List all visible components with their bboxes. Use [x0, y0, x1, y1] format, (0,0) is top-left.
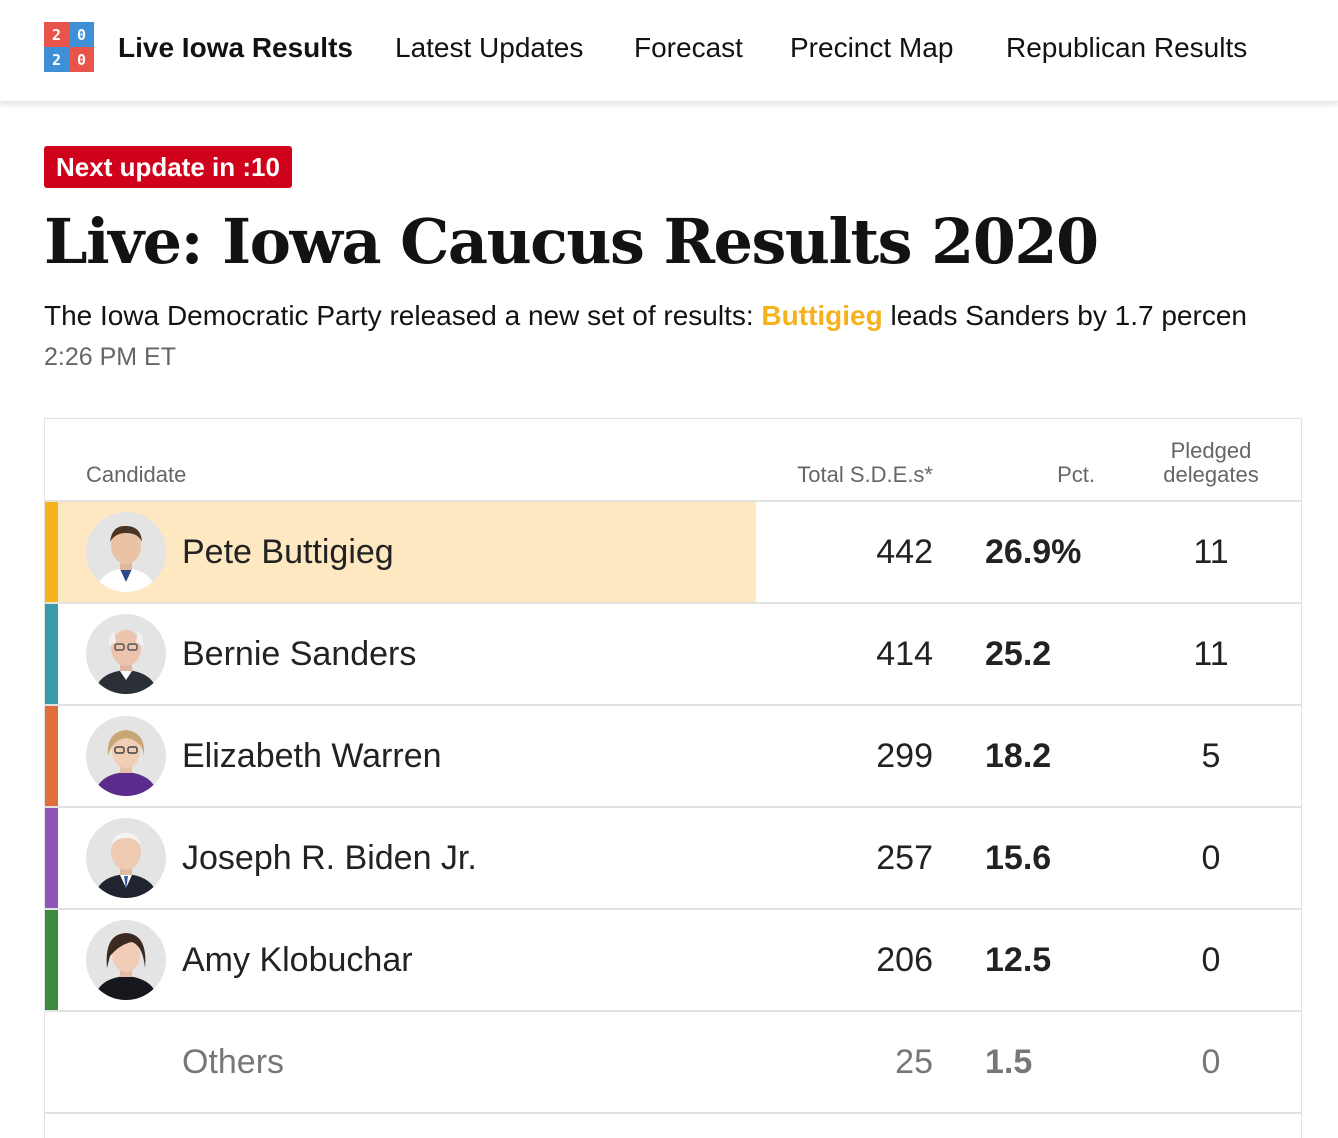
logo-digit: 2 — [44, 22, 69, 47]
candidate-name: Amy Klobuchar — [182, 941, 413, 979]
election-2020-logo[interactable]: 2 0 2 0 — [44, 22, 94, 72]
sde-value: 257 — [876, 839, 933, 877]
header-candidate: Candidate — [86, 462, 187, 487]
candidate-name: Joseph R. Biden Jr. — [182, 839, 477, 877]
summary-text-rest: leads Sanders by 1.7 percen — [882, 300, 1247, 331]
pct-value: 25.2 — [985, 634, 1125, 674]
table-row[interactable]: Amy Klobuchar 206 12.5 0 — [45, 910, 1301, 1012]
pct-number: 1.5 — [985, 1043, 1033, 1081]
pct-number: 18.2 — [985, 737, 1052, 775]
candidate-color-bar — [45, 706, 58, 806]
header-pct: Pct. — [1057, 462, 1095, 487]
logo-digit: 0 — [69, 47, 94, 72]
nav-republican-results[interactable]: Republican Results — [1006, 30, 1247, 66]
table-row[interactable]: Pete Buttigieg 442 26.9% 11 — [45, 502, 1301, 604]
candidate-avatar — [86, 818, 166, 898]
top-nav: 2 0 2 0 Live Iowa Results Latest Updates… — [0, 0, 1338, 102]
next-update-badge: Next update in :10 — [44, 146, 292, 188]
candidate-name: Pete Buttigieg — [182, 533, 394, 571]
logo-digit: 2 — [44, 47, 69, 72]
candidate-color-bar — [45, 910, 58, 1010]
delegates-value: 0 — [1201, 1043, 1221, 1081]
pct-value: 18.2 — [985, 736, 1125, 776]
sde-value: 25 — [895, 1043, 933, 1081]
delegates-value: 11 — [1193, 635, 1229, 673]
candidate-name: Elizabeth Warren — [182, 737, 442, 775]
header-total-sdes: Total S.D.E.s* — [797, 462, 933, 487]
pct-number: 26.9% — [985, 533, 1082, 571]
summary-text: The Iowa Democratic Party released a new… — [44, 300, 762, 331]
logo-digit: 0 — [69, 22, 94, 47]
nav-latest-updates[interactable]: Latest Updates — [395, 30, 583, 66]
candidate-avatar — [86, 512, 166, 592]
pct-value: 12.5 — [985, 940, 1125, 980]
candidate-avatar — [86, 920, 166, 1000]
candidate-avatar — [86, 716, 166, 796]
results-summary: The Iowa Democratic Party released a new… — [44, 296, 1338, 336]
nav-precinct-map[interactable]: Precinct Map — [790, 30, 953, 66]
candidate-name: Others — [182, 1043, 285, 1081]
nav-forecast[interactable]: Forecast — [634, 30, 743, 66]
candidate-color-bar — [45, 502, 58, 602]
pct-value: 1.5 — [985, 1042, 1125, 1082]
candidate-name: Bernie Sanders — [182, 635, 417, 673]
header-pledged-delegates: Pledged delegates — [1163, 438, 1259, 487]
pct-number: 15.6 — [985, 839, 1052, 877]
table-row[interactable]: Joseph R. Biden Jr. 257 15.6 0 — [45, 808, 1301, 910]
results-table: Candidate Total S.D.E.s* Pct. Pledged de… — [44, 418, 1302, 1138]
sde-value: 414 — [876, 635, 933, 673]
page-title: Live: Iowa Caucus Results 2020 — [44, 205, 1099, 278]
candidate-color-bar — [45, 604, 58, 704]
delegates-value: 0 — [1201, 839, 1221, 877]
pct-value: 26.9% — [985, 532, 1125, 572]
sde-value: 206 — [876, 941, 933, 979]
nav-live-iowa-results[interactable]: Live Iowa Results — [118, 30, 353, 66]
pct-number: 12.5 — [985, 941, 1052, 979]
table-row[interactable]: Bernie Sanders 414 25.2 11 — [45, 604, 1301, 706]
delegates-value: 11 — [1193, 533, 1229, 571]
pct-value: 15.6 — [985, 838, 1125, 878]
table-row-others[interactable]: Others 25 1.5 0 — [45, 1012, 1301, 1114]
sde-value: 299 — [876, 737, 933, 775]
timestamp: 2:26 PM ET — [44, 343, 176, 371]
pct-number: 25.2 — [985, 635, 1052, 673]
summary-leader: Buttigieg — [761, 300, 883, 331]
candidate-avatar — [86, 614, 166, 694]
delegates-value: 0 — [1201, 941, 1221, 979]
table-row[interactable]: Elizabeth Warren 299 18.2 5 — [45, 706, 1301, 808]
candidate-color-bar — [45, 808, 58, 908]
delegates-value: 5 — [1201, 737, 1221, 775]
sde-value: 442 — [876, 533, 933, 571]
